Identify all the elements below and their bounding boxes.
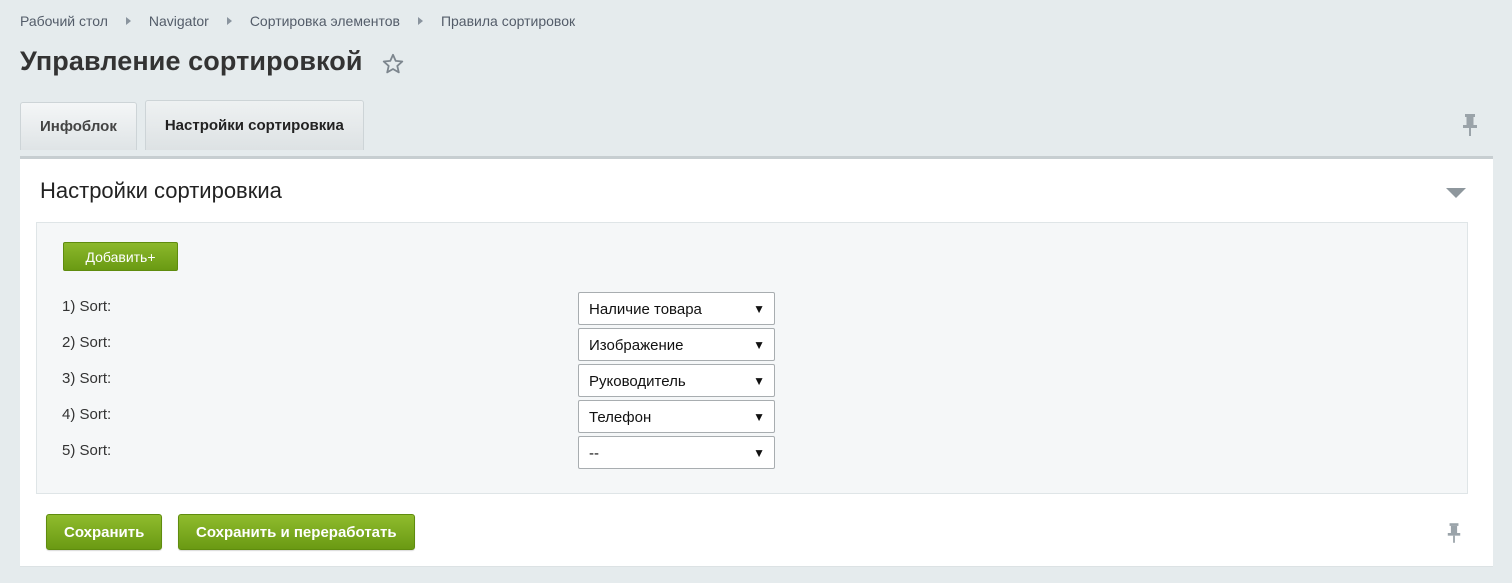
sort-label: 2) Sort: [62,334,112,351]
tab-infoblock[interactable]: Инфоблок [20,102,137,150]
sort-select-5[interactable]: -- ▼ [578,436,775,469]
dropdown-arrow-icon: ▼ [753,302,765,316]
sort-row: 1) Sort: Наличие товара ▼ [62,292,782,325]
sort-row: 4) Sort: Телефон ▼ [62,400,782,433]
sort-rules-box: Добавить+ 1) Sort: Наличие товара ▼ 2) S… [36,222,1468,494]
section-title: Настройки сортировкиа [40,178,282,203]
pin-icon[interactable] [1461,113,1479,137]
star-icon[interactable] [381,52,405,76]
breadcrumb-item-sorting-elements[interactable]: Сортировка элементов [250,13,400,29]
sort-row: 5) Sort: -- ▼ [62,436,782,469]
save-and-rework-button[interactable]: Сохранить и переработать [178,514,415,550]
breadcrumb-separator-icon [125,17,131,25]
page-title: Управление сортировкой [20,46,363,76]
collapse-triangle-icon[interactable] [1445,186,1467,200]
sort-select-1[interactable]: Наличие товара ▼ [578,292,775,325]
sort-select-value: Изображение [589,337,684,354]
tab-sort-settings[interactable]: Настройки сортировкиа [144,100,364,150]
tab-bar: Инфоблок Настройки сортировкиа [20,100,372,150]
breadcrumb-separator-icon [417,17,423,25]
breadcrumb-item-desktop[interactable]: Рабочий стол [20,13,108,29]
save-button[interactable]: Сохранить [46,514,163,550]
add-button[interactable]: Добавить+ [63,242,178,271]
dropdown-arrow-icon: ▼ [753,374,765,388]
sort-label: 5) Sort: [62,442,112,459]
sort-row: 2) Sort: Изображение ▼ [62,328,782,361]
sort-select-4[interactable]: Телефон ▼ [578,400,775,433]
settings-panel: Настройки сортировкиа Добавить+ 1) Sort:… [20,156,1493,567]
breadcrumb: Рабочий стол Navigator Сортировка элемен… [20,13,575,29]
sort-select-value: Наличие товара [589,301,702,318]
sort-select-value: -- [589,445,599,462]
dropdown-arrow-icon: ▼ [753,410,765,424]
sort-select-value: Руководитель [589,373,686,390]
pin-icon[interactable] [1446,522,1462,544]
page-header: Управление сортировкой [20,46,405,77]
sort-select-3[interactable]: Руководитель ▼ [578,364,775,397]
sort-select-value: Телефон [589,409,652,426]
sort-select-2[interactable]: Изображение ▼ [578,328,775,361]
breadcrumb-item-navigator[interactable]: Navigator [149,13,209,29]
dropdown-arrow-icon: ▼ [753,446,765,460]
breadcrumb-separator-icon [226,17,232,25]
sort-label: 1) Sort: [62,298,112,315]
sort-row: 3) Sort: Руководитель ▼ [62,364,782,397]
breadcrumb-item-sorting-rules[interactable]: Правила сортировок [441,13,575,29]
sort-label: 3) Sort: [62,370,112,387]
sort-label: 4) Sort: [62,406,112,423]
dropdown-arrow-icon: ▼ [753,338,765,352]
